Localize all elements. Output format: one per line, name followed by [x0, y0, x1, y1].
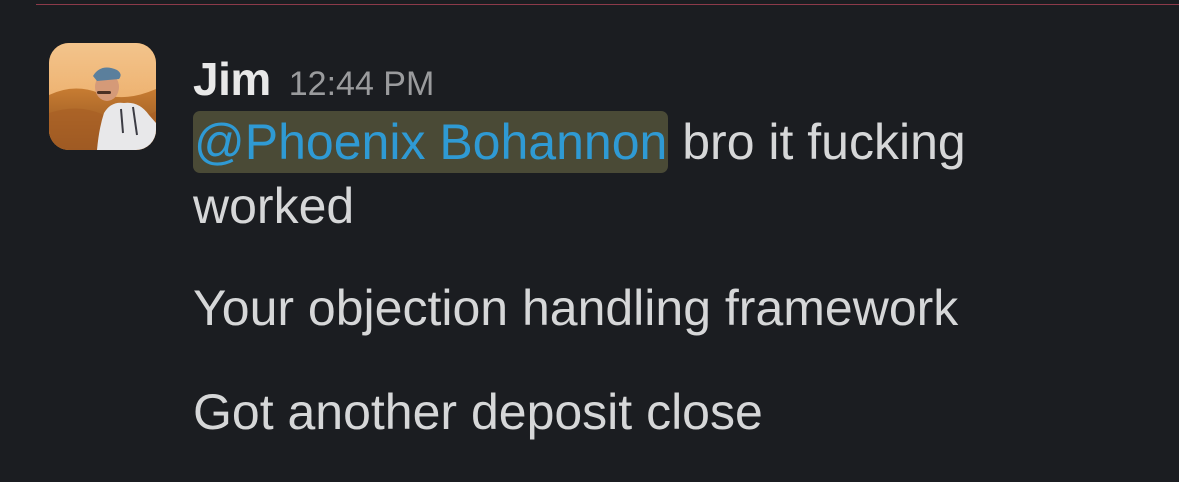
- message-pane: Jim 12:44 PM @Phoenix Bohannon bro it fu…: [0, 0, 1179, 482]
- message-paragraph-2: Your objection handling framework: [193, 280, 959, 336]
- message-header: Jim 12:44 PM: [193, 52, 1153, 106]
- message: Jim 12:44 PM @Phoenix Bohannon bro it fu…: [193, 52, 1153, 444]
- user-mention[interactable]: @Phoenix Bohannon: [193, 111, 669, 173]
- avatar-photo: [49, 43, 156, 150]
- sender-name[interactable]: Jim: [193, 52, 271, 106]
- message-timestamp[interactable]: 12:44 PM: [289, 65, 435, 104]
- new-messages-divider: [36, 4, 1179, 5]
- message-line-1: @Phoenix Bohannon bro it fucking: [193, 110, 1153, 174]
- message-text-line-1: bro it fucking: [668, 114, 966, 170]
- message-paragraph-3: Got another deposit close: [193, 384, 763, 440]
- message-text-line-2: worked: [193, 178, 355, 234]
- avatar[interactable]: [49, 43, 156, 150]
